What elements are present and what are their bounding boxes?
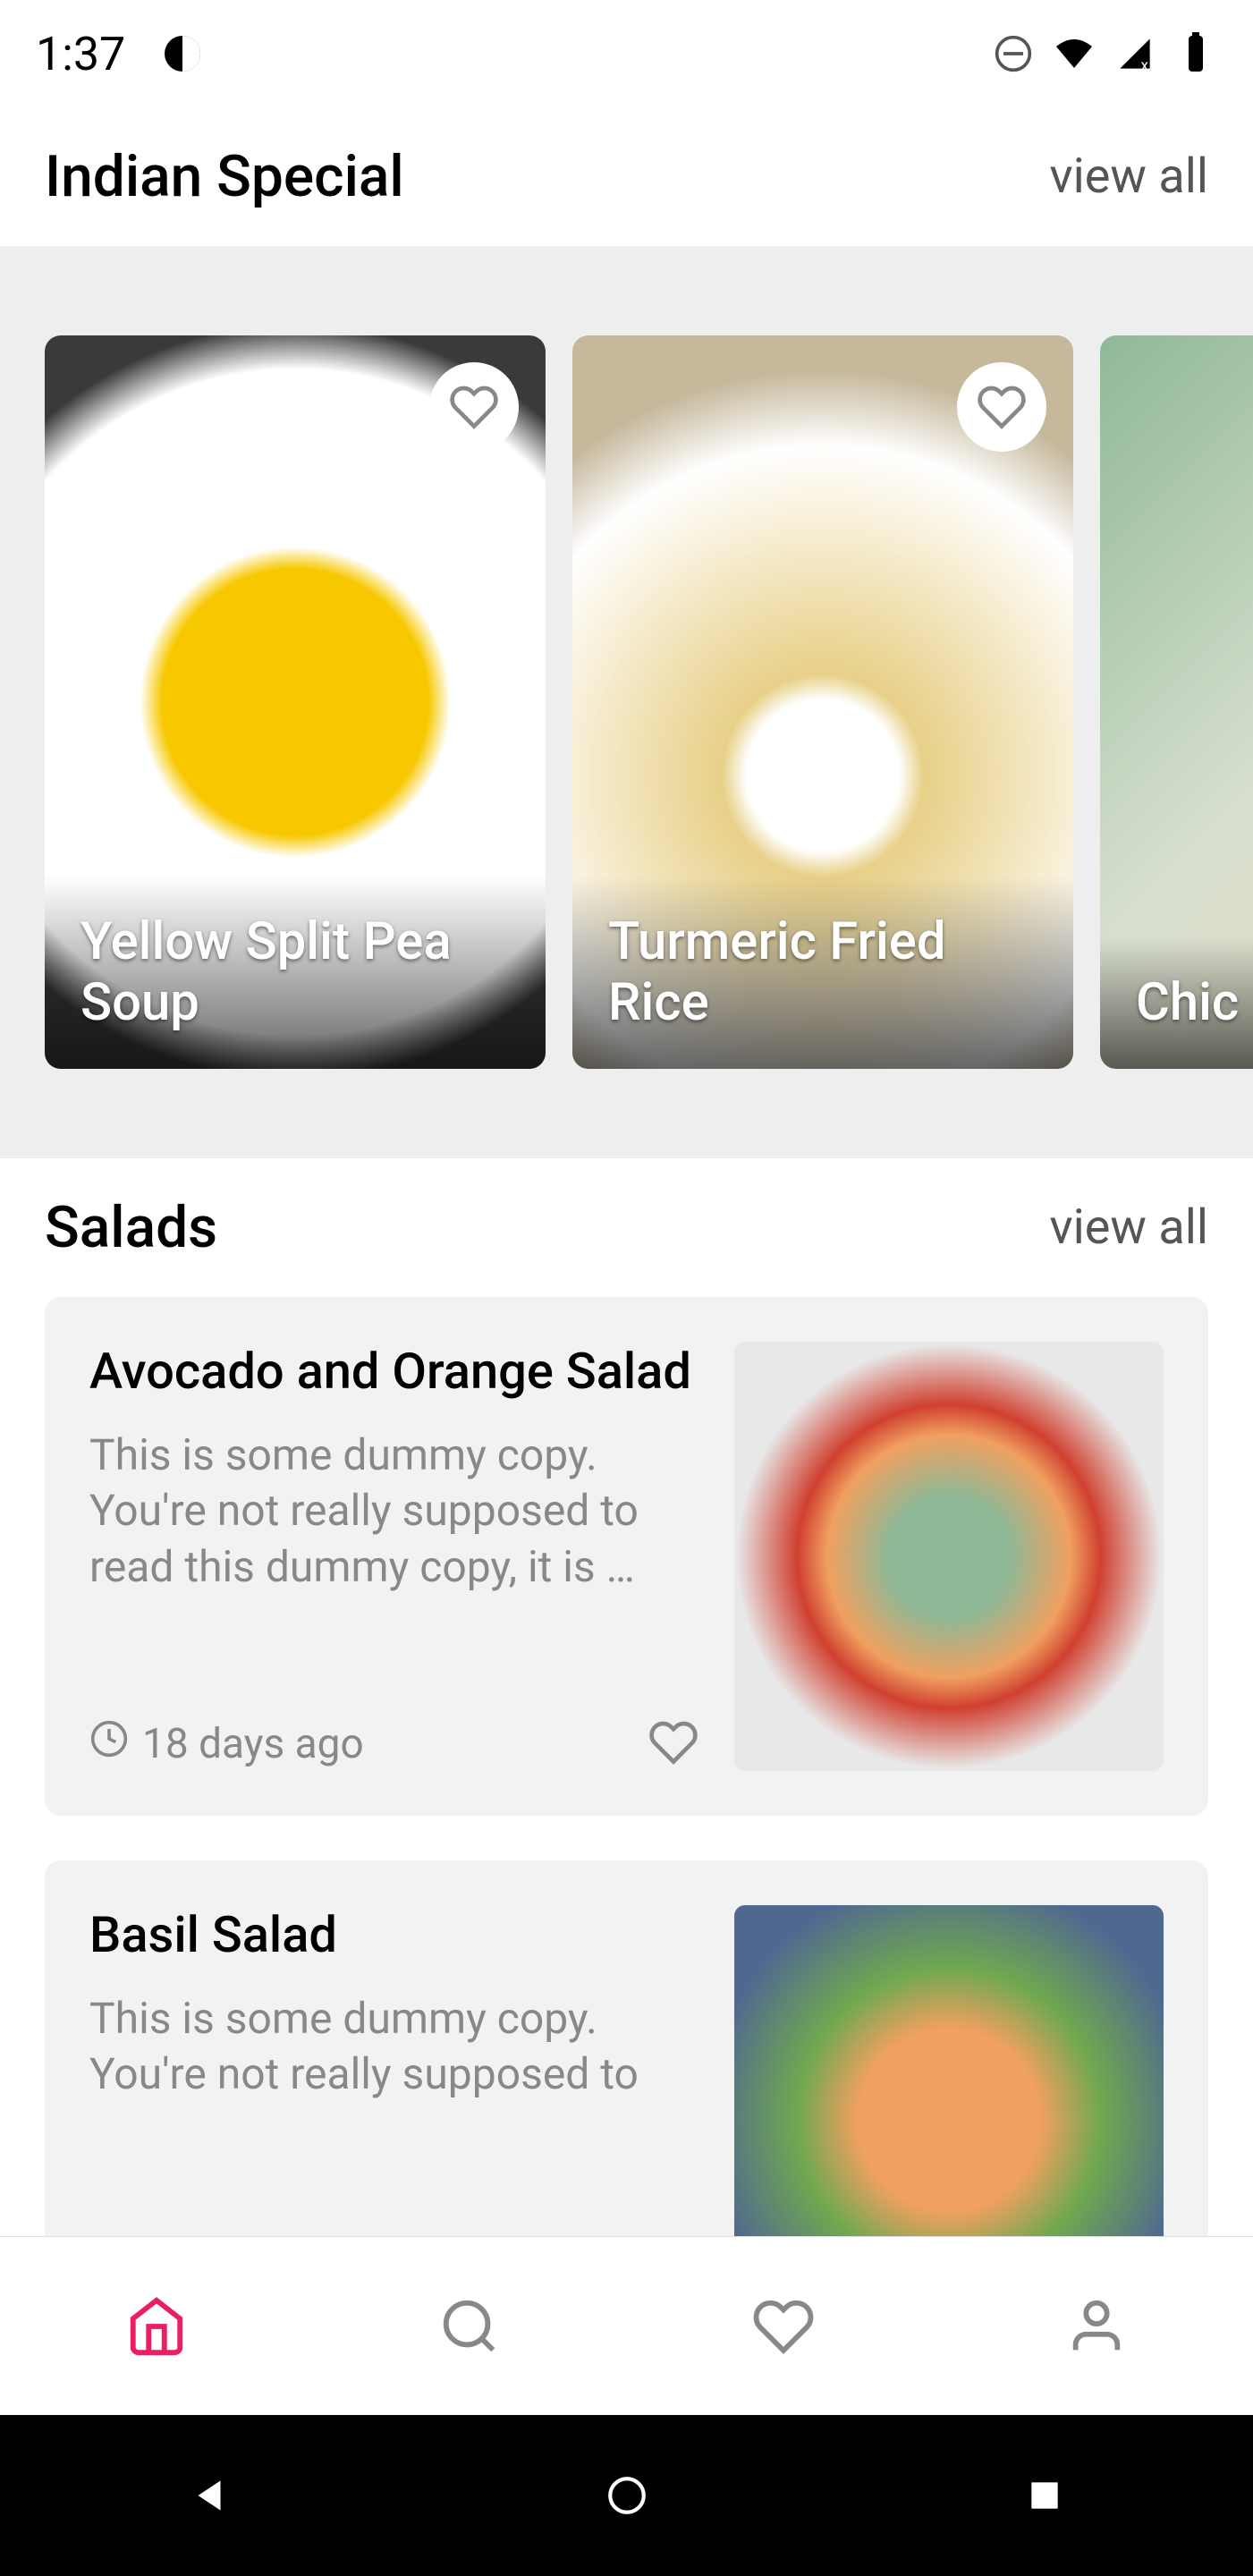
indian-special-carousel[interactable]: Yellow Split Pea Soup Turmeric Fried Ric…	[0, 246, 1253, 1158]
favorite-button[interactable]	[648, 1717, 698, 1771]
clock-icon	[89, 1719, 129, 1769]
status-bar: 1:37 x	[0, 0, 1253, 107]
salad-time-row: 18 days ago	[89, 1719, 364, 1769]
section-header-salads: Salads view all	[0, 1158, 1253, 1297]
salad-description: This is some dummy copy. You're not real…	[89, 1991, 698, 2236]
salad-time-text: 18 days ago	[142, 1720, 364, 1768]
salad-image	[734, 1342, 1164, 1771]
view-all-link[interactable]: view all	[1049, 148, 1208, 205]
salad-content: Basil Salad This is some dummy copy. You…	[89, 1905, 698, 2236]
view-all-link[interactable]: view all	[1049, 1199, 1208, 1256]
salads-list: Avocado and Orange Salad This is some du…	[0, 1297, 1253, 2236]
nav-profile[interactable]	[1043, 2273, 1150, 2380]
section-header-indian-special: Indian Special view all	[0, 107, 1253, 246]
dnd-icon	[992, 32, 1035, 75]
salad-title: Avocado and Orange Salad	[89, 1342, 698, 1401]
favorite-button[interactable]	[429, 362, 519, 452]
recipe-title: Chic	[1136, 972, 1253, 1033]
system-back[interactable]	[174, 2460, 245, 2531]
card-overlay: Turmeric Fried Rice	[572, 876, 1073, 1069]
card-overlay: Yellow Split Pea Soup	[45, 876, 546, 1069]
nav-favorites[interactable]	[730, 2273, 837, 2380]
app-icon	[161, 32, 204, 75]
salad-content: Avocado and Orange Salad This is some du…	[89, 1342, 698, 1771]
system-recents[interactable]	[1009, 2460, 1080, 2531]
salad-item[interactable]: Avocado and Orange Salad This is some du…	[45, 1297, 1208, 1816]
status-right: x	[992, 32, 1217, 75]
salad-image	[734, 1905, 1164, 2236]
section-title: Indian Special	[45, 143, 404, 210]
salad-meta: 18 days ago	[89, 1717, 698, 1771]
salad-description: This is some dummy copy. You're not real…	[89, 1428, 698, 1690]
nav-home[interactable]	[103, 2273, 210, 2380]
nav-search[interactable]	[416, 2273, 523, 2380]
recipe-card[interactable]: Turmeric Fried Rice	[572, 335, 1073, 1069]
recipe-card[interactable]: Yellow Split Pea Soup	[45, 335, 546, 1069]
favorite-button[interactable]	[957, 362, 1046, 452]
system-home[interactable]	[591, 2460, 663, 2531]
svg-text:x: x	[1141, 57, 1148, 72]
signal-icon: x	[1113, 32, 1156, 75]
recipe-card[interactable]: Chic	[1100, 335, 1253, 1069]
status-left: 1:37	[36, 27, 204, 81]
system-nav	[0, 2415, 1253, 2576]
wifi-icon	[1053, 32, 1096, 75]
battery-icon	[1174, 32, 1217, 75]
card-overlay: Chic	[1100, 936, 1253, 1069]
bottom-nav	[0, 2236, 1253, 2415]
recipe-title: Yellow Split Pea Soup	[80, 911, 510, 1033]
recipe-title: Turmeric Fried Rice	[608, 911, 1037, 1033]
section-title: Salads	[45, 1194, 217, 1261]
salad-item[interactable]: Basil Salad This is some dummy copy. You…	[45, 1860, 1208, 2236]
salad-title: Basil Salad	[89, 1905, 698, 1964]
status-time: 1:37	[36, 27, 125, 81]
